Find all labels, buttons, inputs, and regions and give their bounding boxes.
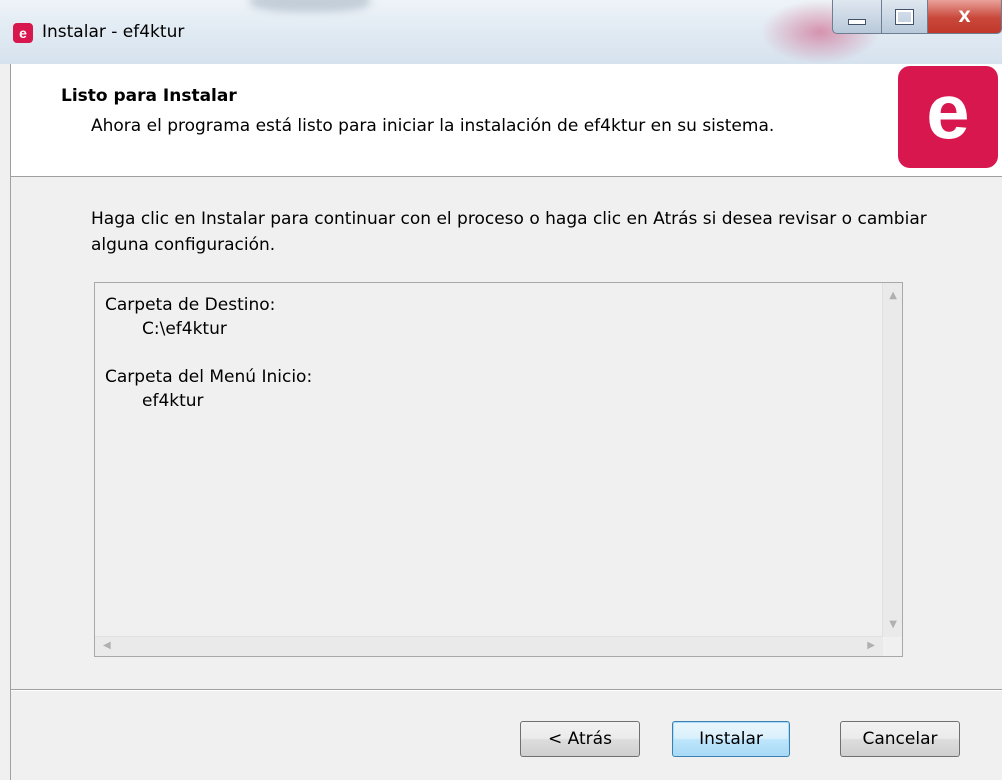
caption-buttons: X	[832, 0, 1002, 34]
page-subtitle: Ahora el programa está listo para inicia…	[91, 116, 775, 136]
scroll-down-icon[interactable]: ▼	[889, 620, 897, 630]
vertical-scrollbar[interactable]: ▲ ▼	[882, 283, 902, 638]
close-button[interactable]: X	[928, 0, 1002, 34]
wizard-header: Listo para Instalar Ahora el programa es…	[11, 64, 1002, 177]
page-title: Listo para Instalar	[61, 86, 237, 106]
horizontal-scrollbar[interactable]: ◀ ▶	[95, 636, 883, 656]
scroll-left-icon[interactable]: ◀	[103, 641, 111, 651]
scroll-up-icon[interactable]: ▲	[889, 291, 897, 301]
scrollbar-corner	[883, 637, 902, 656]
summary-memo[interactable]: Carpeta de Destino: C:\ef4ktur Carpeta d…	[94, 282, 903, 657]
logo-letter: e	[926, 67, 970, 155]
destination-value: C:\ef4ktur	[142, 319, 227, 339]
summary-content: Carpeta de Destino: C:\ef4ktur Carpeta d…	[95, 283, 883, 638]
logo-icon: e	[898, 66, 998, 168]
install-button[interactable]: Instalar	[672, 721, 790, 757]
cancel-button[interactable]: Cancelar	[840, 721, 960, 757]
divider	[11, 689, 1002, 691]
title-bar[interactable]: e Instalar - ef4ktur X	[0, 0, 1002, 64]
minimize-icon	[848, 18, 866, 25]
close-icon: X	[958, 7, 971, 26]
scroll-right-icon[interactable]: ▶	[867, 641, 875, 651]
minimize-button[interactable]	[832, 0, 882, 34]
start-menu-value: ef4ktur	[142, 391, 204, 411]
background-blur	[250, 0, 370, 12]
destination-label: Carpeta de Destino:	[105, 295, 276, 315]
installer-window: e Instalar - ef4ktur X Listo para Instal…	[0, 0, 1002, 780]
window-title: Instalar - ef4ktur	[42, 22, 185, 42]
back-button[interactable]: < Atrás	[520, 721, 640, 757]
app-icon: e	[13, 23, 33, 43]
start-menu-label: Carpeta del Menú Inicio:	[105, 367, 313, 387]
intro-text: Haga clic en Instalar para continuar con…	[91, 209, 927, 255]
maximize-icon	[895, 8, 914, 25]
maximize-button[interactable]	[882, 0, 928, 34]
wizard-body: Listo para Instalar Ahora el programa es…	[10, 64, 1002, 780]
